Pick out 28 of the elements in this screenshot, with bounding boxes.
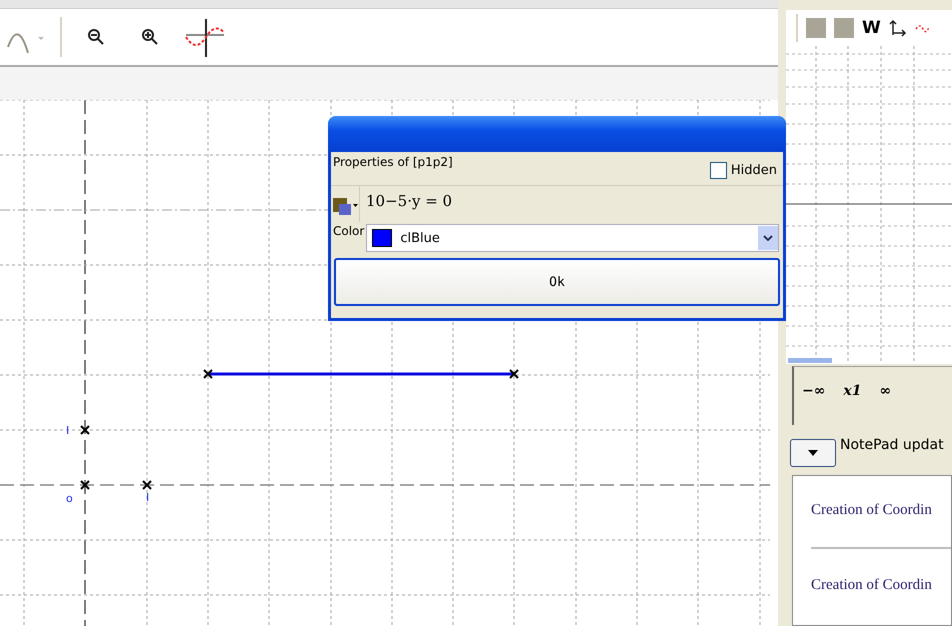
range-min[interactable]: −∞ bbox=[802, 383, 826, 399]
point-marker[interactable] bbox=[203, 369, 213, 379]
color-swatch-icon[interactable] bbox=[806, 18, 826, 38]
chevron-icon bbox=[763, 235, 773, 241]
sine-wave-icon[interactable] bbox=[184, 17, 224, 57]
scale-factor[interactable]: x1 bbox=[843, 383, 862, 399]
point-marker[interactable] bbox=[80, 425, 90, 435]
scrollbar-thumb[interactable] bbox=[788, 358, 832, 363]
point-label: I bbox=[146, 491, 150, 504]
point-marker[interactable] bbox=[80, 480, 90, 490]
caret-icon bbox=[808, 450, 818, 456]
axes-icon[interactable] bbox=[888, 19, 907, 37]
range-max[interactable]: ∞ bbox=[880, 383, 892, 399]
dialog-heading: Properties of [p1p2] bbox=[332, 154, 454, 171]
equation-text: 10−5·y = 0 bbox=[359, 186, 452, 222]
ok-button[interactable]: Ok bbox=[334, 258, 780, 306]
point-label: I bbox=[66, 424, 70, 437]
notepad-title: NotePad updat bbox=[840, 437, 944, 453]
notepad-entry: Creation of Coordin bbox=[811, 577, 933, 594]
color-label: Color bbox=[333, 224, 364, 238]
color-swatch-icon[interactable] bbox=[834, 18, 854, 38]
dropdown-button[interactable] bbox=[790, 439, 836, 467]
w-button[interactable]: W bbox=[862, 18, 881, 38]
notepad-entry: Creation of Coordin bbox=[811, 502, 933, 519]
color-select[interactable]: clBlue bbox=[366, 224, 779, 252]
point-marker[interactable] bbox=[509, 369, 519, 379]
point-marker[interactable] bbox=[142, 480, 152, 490]
point-label: o bbox=[66, 492, 73, 505]
